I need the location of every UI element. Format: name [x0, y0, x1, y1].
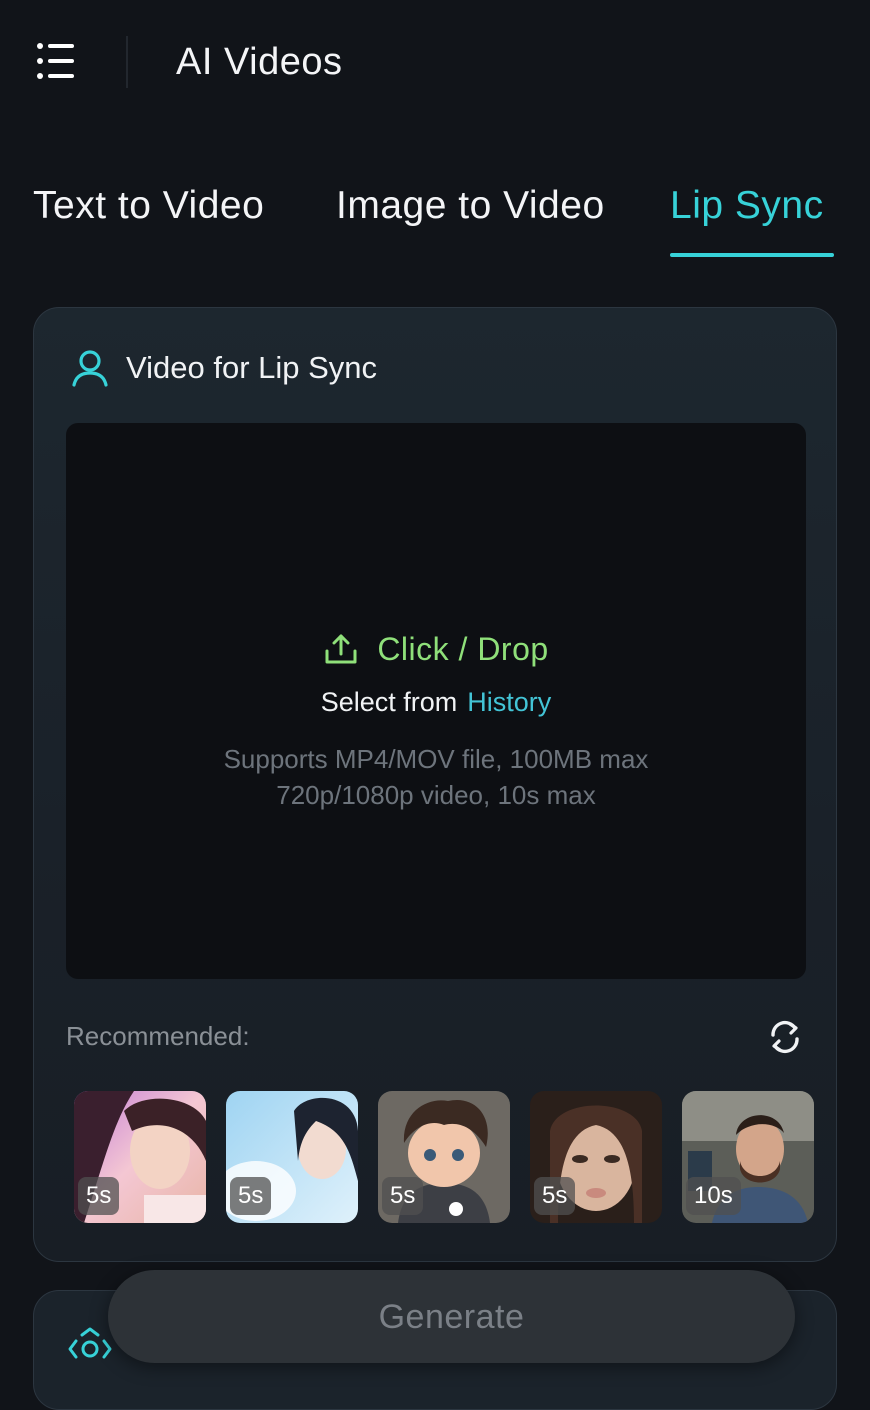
select-from-label: Select from	[320, 687, 458, 717]
duration-badge: 5s	[78, 1177, 120, 1215]
tab-lip-sync[interactable]: Lip Sync	[670, 180, 824, 232]
refresh-icon	[771, 1020, 799, 1054]
active-tab-indicator	[670, 253, 834, 257]
upload-icon	[325, 634, 357, 664]
history-link[interactable]: History	[467, 687, 551, 717]
person-outline-icon	[72, 350, 108, 387]
menu-button[interactable]	[36, 42, 76, 80]
motion-icon	[68, 1327, 112, 1359]
tab-text-to-video[interactable]: Text to Video	[33, 180, 264, 232]
recommended-videos: 5s 5s 5s 5s 10s	[74, 1091, 814, 1223]
select-from-history-row: Select from History	[66, 685, 806, 719]
resolution-hint: 720p/1080p video, 10s max	[276, 780, 596, 810]
card-title: Video for Lip Sync	[126, 350, 378, 385]
hamburger-menu-icon	[37, 43, 74, 79]
tab-image-to-video[interactable]: Image to Video	[336, 180, 605, 232]
click-drop-label: Click / Drop	[377, 631, 549, 667]
mode-tabs: Text to Video Image to Video Lip Sync	[0, 180, 870, 260]
recommended-video[interactable]: 5s	[74, 1091, 206, 1223]
recommended-video[interactable]: 5s	[378, 1091, 510, 1223]
recommended-label: Recommended:	[66, 1021, 250, 1051]
generate-button[interactable]: Generate	[108, 1270, 795, 1363]
upload-prompt: Click / Drop	[66, 629, 806, 673]
format-hint: Supports MP4/MOV file, 100MB max	[223, 744, 649, 774]
duration-badge: 5s	[534, 1177, 576, 1215]
page-title: AI Videos	[176, 41, 343, 83]
refresh-button[interactable]	[766, 1018, 804, 1056]
recommended-video[interactable]: 5s	[226, 1091, 358, 1223]
video-upload-dropzone[interactable]: Click / Drop Select from History Supports…	[66, 423, 806, 979]
duration-badge: 10s	[686, 1177, 741, 1215]
duration-badge: 5s	[230, 1177, 272, 1215]
recommended-video[interactable]: 5s	[530, 1091, 662, 1223]
lip-sync-card: Video for Lip Sync Click / Drop Select f…	[33, 307, 837, 1262]
header-divider	[126, 36, 128, 88]
recommended-video[interactable]: 10s	[682, 1091, 814, 1223]
duration-badge: 5s	[382, 1177, 424, 1215]
app-header: AI Videos	[0, 0, 870, 125]
